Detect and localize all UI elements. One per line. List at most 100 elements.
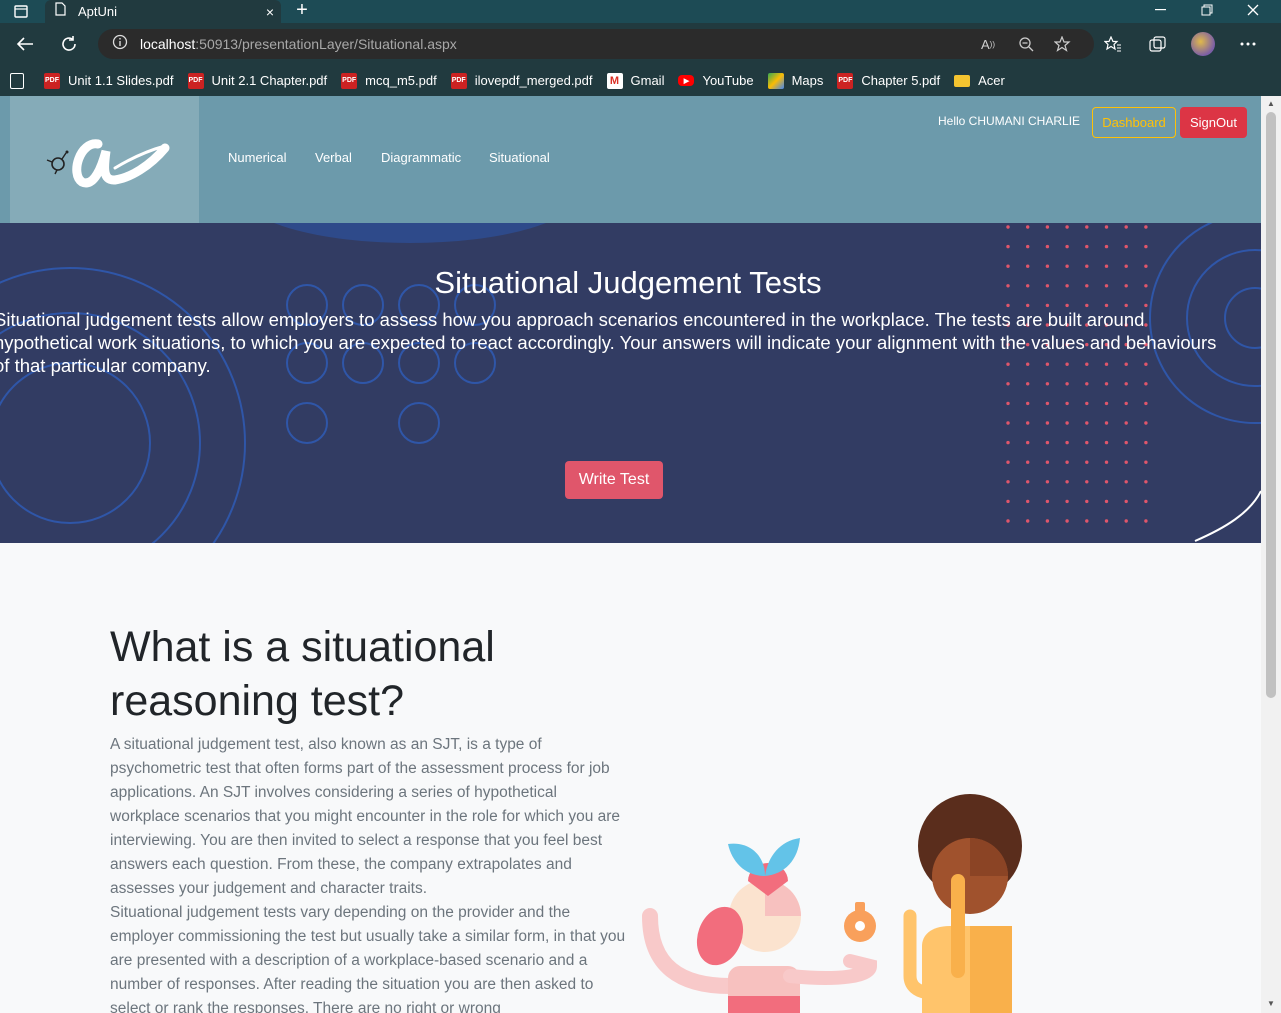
decorative-dot [1065, 499, 1069, 504]
decorative-dot [1085, 519, 1089, 523]
bookmark-item[interactable]: ▶ YouTube [678, 73, 754, 88]
decorative-dot [1104, 519, 1109, 523]
decorative-dot [1144, 499, 1148, 504]
decorative-dot [1124, 421, 1128, 425]
decorative-dot [1104, 225, 1109, 229]
decorative-dot [1085, 480, 1089, 484]
close-window-icon[interactable] [1230, 0, 1276, 20]
decorative-dot [1124, 460, 1128, 464]
decorative-dot [1124, 225, 1128, 229]
url-field[interactable]: localhost:50913/presentationLayer/Situat… [98, 29, 1094, 59]
page-scrollbar[interactable]: ▲ ▼ [1261, 96, 1281, 1013]
decorative-dot [1124, 519, 1128, 523]
scroll-down-icon[interactable]: ▼ [1266, 999, 1276, 1009]
decorative-dot [1085, 499, 1089, 504]
new-tab-button[interactable]: + [290, 0, 314, 22]
decorative-dot [1065, 440, 1069, 445]
page-icon [55, 2, 66, 21]
back-icon[interactable] [12, 31, 38, 57]
url-host: localhost [140, 36, 196, 52]
collections-icon[interactable] [1146, 33, 1170, 55]
more-menu-icon[interactable] [1236, 33, 1260, 55]
decorative-dot [1144, 225, 1148, 229]
hero-description: Situational judgement tests allow employ… [0, 309, 1217, 376]
bookmark-item[interactable]: PDF ilovepdf_merged.pdf [450, 72, 593, 89]
signout-button[interactable]: SignOut [1180, 107, 1247, 138]
bookmark-item[interactable]: PDF Unit 2.1 Chapter.pdf [187, 72, 327, 89]
decorative-dot [1045, 519, 1050, 523]
profile-avatar[interactable] [1191, 32, 1215, 56]
decorative-dot [1065, 303, 1069, 308]
decorative-dot [1006, 421, 1010, 425]
decorative-dot [1144, 519, 1148, 523]
tab-actions-icon[interactable] [8, 2, 34, 20]
gmail-icon: M [606, 72, 623, 89]
url-path: :50913/presentationLayer/Situational.asp… [195, 36, 457, 52]
nav-situational[interactable]: Situational [489, 150, 550, 165]
decorative-dot [1026, 421, 1030, 425]
decorative-dot [1065, 480, 1069, 484]
nav-verbal[interactable]: Verbal [315, 150, 352, 165]
decorative-dot [1065, 225, 1069, 229]
decorative-dot [1045, 440, 1050, 445]
decorative-dot [1124, 244, 1128, 249]
decorative-dot [1045, 244, 1050, 249]
decorative-dot [1045, 303, 1050, 308]
bookmark-item[interactable]: PDF mcq_m5.pdf [341, 72, 437, 89]
content-paragraph: Situational judgement tests vary dependi… [110, 904, 626, 1013]
decorative-dot [1124, 303, 1128, 308]
nav-numerical[interactable]: Numerical [228, 150, 287, 165]
dashboard-button[interactable]: Dashboard [1092, 107, 1176, 138]
reading-list-icon[interactable] [10, 72, 24, 89]
scroll-thumb[interactable] [1266, 112, 1276, 698]
bookmark-item[interactable]: PDF Chapter 5.pdf [837, 72, 940, 89]
decorative-dot [1006, 480, 1010, 484]
site-info-icon[interactable] [112, 34, 128, 55]
bookmark-item[interactable]: Acer [954, 73, 1005, 88]
site-logo[interactable] [10, 96, 199, 223]
zoom-out-icon[interactable] [1016, 35, 1036, 53]
browser-tab[interactable]: AptUni × [45, 0, 281, 23]
decorative-dot [1026, 519, 1030, 523]
browser-titlebar: AptUni × + [0, 0, 1281, 23]
write-test-button[interactable]: Write Test [565, 461, 663, 499]
bookmark-item[interactable]: Maps [767, 72, 823, 89]
decorative-dot [1026, 440, 1030, 445]
favorites-icon[interactable] [1101, 33, 1125, 55]
decorative-dot [1104, 499, 1109, 504]
decorative-dot [1006, 440, 1010, 445]
decorative-dot [1065, 519, 1069, 523]
decorative-dot [1026, 460, 1030, 464]
decorative-dot [1085, 421, 1089, 425]
decorative-dot [1085, 225, 1089, 229]
add-favorite-icon[interactable] [1053, 35, 1073, 53]
decorative-dot [1065, 244, 1069, 249]
decorative-dot [1026, 480, 1030, 484]
decorative-dot [1045, 460, 1050, 464]
bookmark-item[interactable]: M Gmail [606, 72, 664, 89]
decorative-dot [1006, 225, 1010, 229]
minimize-icon[interactable] [1138, 0, 1184, 20]
decorative-dot [1006, 460, 1010, 464]
pdf-icon: PDF [837, 72, 854, 89]
tab-title: AptUni [78, 4, 118, 19]
restore-icon[interactable] [1184, 0, 1230, 20]
pdf-icon: PDF [341, 72, 358, 89]
decorative-dot [1006, 382, 1010, 386]
pdf-icon: PDF [44, 72, 60, 89]
refresh-icon[interactable] [56, 31, 82, 57]
decorative-ring [398, 402, 440, 444]
decorative-dot [1104, 401, 1109, 406]
decorative-dot [1085, 401, 1089, 406]
decorative-dot [1144, 421, 1148, 425]
read-aloud-icon[interactable]: A)) [978, 35, 998, 53]
nav-diagrammatic[interactable]: Diagrammatic [381, 150, 461, 165]
scroll-up-icon[interactable]: ▲ [1266, 99, 1276, 109]
youtube-icon: ▶ [678, 75, 695, 86]
decorative-dot [1124, 382, 1128, 386]
bookmark-item[interactable]: PDF Unit 1.1 Slides.pdf [44, 72, 174, 89]
decorative-dot [1124, 480, 1128, 484]
tab-close-icon[interactable]: × [259, 4, 281, 20]
decorative-dot [1065, 401, 1069, 406]
decorative-dot [1104, 303, 1109, 308]
